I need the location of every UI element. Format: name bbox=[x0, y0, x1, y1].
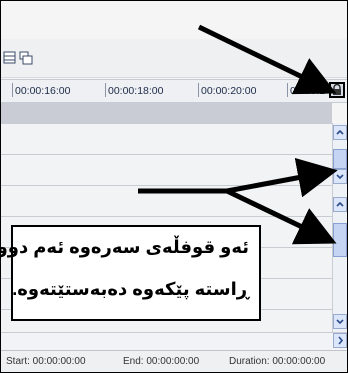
arrow-to-lock bbox=[197, 24, 337, 95]
annotation-arrows bbox=[138, 24, 338, 245]
arrow-to-upper-scroll bbox=[226, 157, 338, 198]
arrow-to-lower-scroll bbox=[225, 188, 337, 245]
timeline-window: 00:00:16:00 00:00:18:00 00:00:20:00 00:0… bbox=[0, 0, 348, 373]
